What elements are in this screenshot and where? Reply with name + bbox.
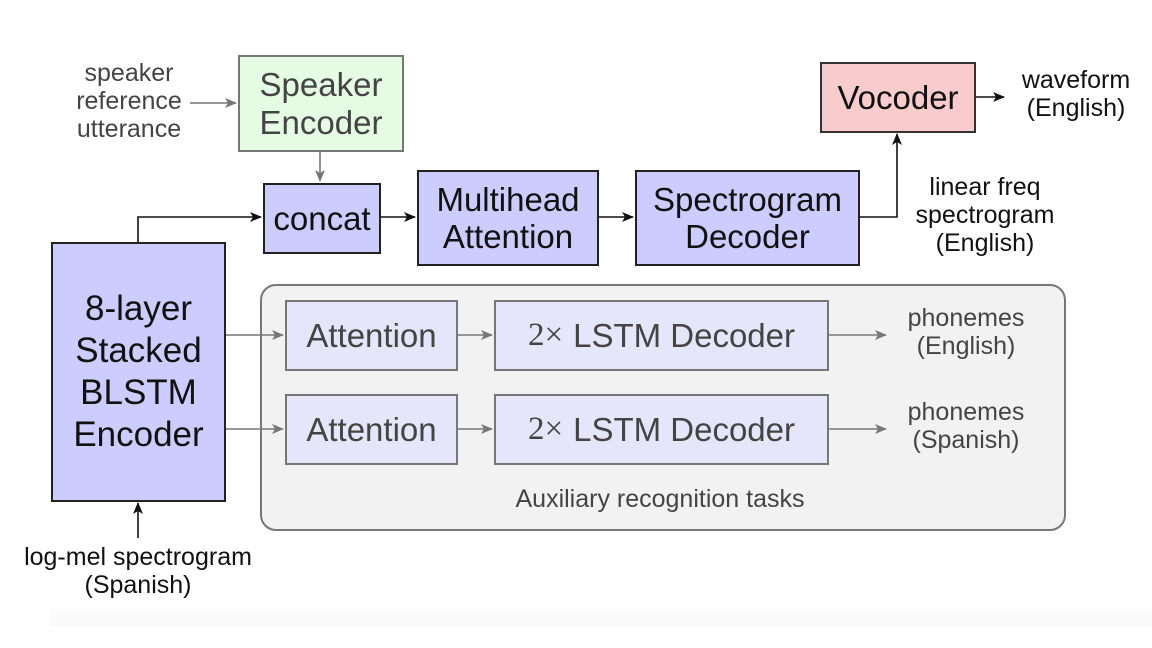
block-label: Decoder [685,218,810,255]
block-label: Encoder [259,103,383,141]
phonemes-spanish-label: phonemes (Spanish) [888,398,1044,454]
spectrogram-decoder-block: Spectrogram Decoder [635,170,860,266]
multihead-attention-block: Multihead Attention [417,170,599,266]
block-label: 8-layer [85,289,192,328]
concat-block: concat [263,183,381,254]
label-line: log-mel spectrogram [24,543,252,571]
label-line: (Spanish) [912,426,1020,454]
block-label: Attention [306,410,437,448]
label-line: (English) [1026,94,1126,122]
label-line: (English) [935,229,1035,257]
block-label: Encoder [73,415,204,454]
label-line: spectrogram [915,201,1055,229]
group-title-text: Auxiliary recognition tasks [515,485,805,513]
aux-lstm-decoder-block-english: 2× LSTM Decoder [494,300,829,371]
block-label: Multihead [436,180,580,218]
block-label: Attention [442,218,574,255]
blstm-encoder-block: 8-layer Stacked BLSTM Encoder [51,242,226,502]
speaker-reference-label: speaker reference utterance [60,59,198,143]
block-label: Spectrogram [653,180,842,218]
vocoder-block: Vocoder [820,62,976,133]
log-mel-input-label: log-mel spectrogram (Spanish) [0,543,276,599]
block-label: Stacked [75,331,202,370]
label-line: (English) [916,332,1016,360]
block-label: LSTM Decoder [573,316,796,354]
block-label: concat [273,199,371,237]
arrow-blstm-to-concat [137,212,262,242]
block-label: Vocoder [837,78,959,116]
label-line: (Spanish) [84,571,192,599]
label-line: utterance [76,115,182,143]
block-label: Attention [306,316,437,354]
multiplier-label: 2× [527,410,564,447]
multiplier-label: 2× [527,316,564,353]
phonemes-english-label: phonemes (English) [888,304,1044,360]
linear-spectrogram-label: linear freq spectrogram (English) [900,173,1070,257]
auxiliary-tasks-title: Auxiliary recognition tasks [460,485,860,513]
arrow-decoder-to-vocoder [860,133,902,218]
block-label: LSTM Decoder [573,410,796,448]
label-line: phonemes [907,304,1025,332]
label-line: linear freq [929,173,1041,201]
aux-attention-block-english: Attention [285,300,458,371]
waveform-output-label: waveform (English) [1008,66,1144,122]
label-line: reference [76,87,182,115]
aux-lstm-decoder-block-spanish: 2× LSTM Decoder [494,394,829,465]
block-label: Speaker [259,66,383,104]
aux-attention-block-spanish: Attention [285,394,458,465]
label-line: phonemes [907,398,1025,426]
block-label: BLSTM [80,373,197,412]
speaker-encoder-block: Speaker Encoder [238,55,404,152]
label-line: waveform [1021,66,1131,94]
label-line: speaker [84,59,174,87]
